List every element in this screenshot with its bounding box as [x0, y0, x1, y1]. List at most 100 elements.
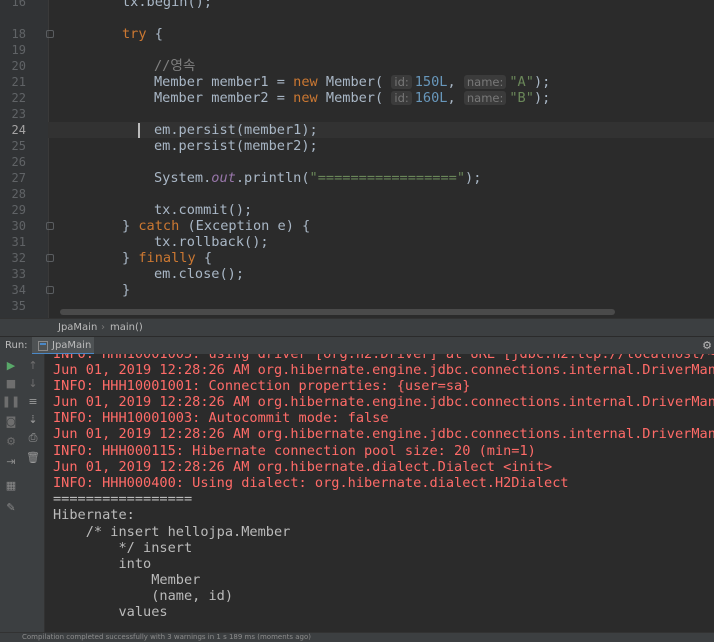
- login-icon[interactable]: ⇥: [0, 454, 22, 470]
- code-line[interactable]: } finally {: [122, 250, 212, 266]
- console-line: */ insert: [53, 540, 193, 556]
- code-line[interactable]: Member member1 = new Member( id: 150L, na…: [154, 74, 550, 90]
- fold-marker-icon[interactable]: [46, 222, 54, 230]
- code-line[interactable]: em.persist(member2);: [154, 138, 318, 154]
- code-text: Member member1 =: [154, 74, 294, 90]
- run-tab-jpamain[interactable]: JpaMain: [32, 337, 94, 355]
- text-caret: [138, 123, 140, 138]
- code-text: );: [533, 74, 551, 90]
- code-line[interactable]: Member member2 = new Member( id: 160L, na…: [154, 90, 550, 106]
- breadcrumb-class[interactable]: JpaMain: [58, 322, 97, 333]
- breadcrumb: JpaMain › main(): [0, 318, 714, 337]
- line-number: 24: [11, 123, 26, 137]
- settings-icon[interactable]: ⚙: [0, 434, 22, 450]
- print-icon[interactable]: ⎙: [22, 430, 44, 446]
- code-text: );: [533, 90, 551, 106]
- keyword: finally: [138, 250, 196, 266]
- console-line: Jun 01, 2019 12:28:26 AM org.hibernate.e…: [53, 394, 714, 410]
- rerun-icon[interactable]: ▶: [0, 358, 22, 374]
- console-line: (name, id): [53, 588, 234, 604]
- current-line-highlight: [48, 122, 714, 138]
- pin-icon[interactable]: ✎: [0, 500, 22, 516]
- console-line: values: [53, 604, 168, 620]
- arrow-down-icon[interactable]: ↓: [22, 376, 44, 392]
- code-text: Member(: [317, 90, 384, 106]
- code-line[interactable]: try {: [122, 26, 163, 42]
- parameter-hint: id:: [391, 75, 412, 89]
- console-line: /* insert hellojpa.Member: [53, 524, 291, 540]
- string-literal: "A": [509, 74, 534, 90]
- line-number: 25: [11, 139, 26, 153]
- code-text: );: [465, 170, 482, 186]
- run-label: Run:: [5, 340, 28, 351]
- console-line: INFO: HHH000115: Hibernate connection po…: [53, 443, 536, 459]
- code-line[interactable]: }: [122, 282, 130, 298]
- line-number: 26: [11, 155, 26, 169]
- console-line: Jun 01, 2019 12:28:26 AM org.hibernate.e…: [53, 362, 714, 378]
- keyword: new: [293, 74, 318, 90]
- line-number: 21: [11, 75, 26, 89]
- code-text: System.: [154, 170, 212, 186]
- line-number: 16: [11, 0, 26, 9]
- line-number: 19: [11, 43, 26, 57]
- breadcrumb-method[interactable]: main(): [110, 322, 143, 333]
- breadcrumb-separator: ›: [101, 322, 105, 333]
- console-line: INFO: HHH000400: Using dialect: org.hibe…: [53, 475, 569, 491]
- arrow-up-icon[interactable]: ↑: [22, 358, 44, 374]
- parameter-hint: id:: [391, 91, 412, 105]
- soft-wrap-icon[interactable]: ≡: [22, 394, 44, 410]
- layout-icon[interactable]: ▦: [0, 478, 22, 494]
- pause-icon[interactable]: ❚❚: [0, 394, 22, 410]
- code-text: {: [195, 250, 213, 266]
- console-line: INFO: HHH10001005: using driver [org.h2.…: [53, 354, 714, 362]
- run-panel-header: Run: JpaMain ⚙: [0, 336, 714, 355]
- run-toolbar-secondary: ↑ ↓ ≡ ⇣ ⎙ 🗑: [22, 354, 45, 632]
- parameter-hint: name:: [463, 91, 507, 105]
- code-line[interactable]: System.out.println("=================");: [154, 170, 481, 186]
- line-number: 27: [11, 171, 26, 185]
- code-text: }: [122, 218, 139, 234]
- console-line: Jun 01, 2019 12:28:26 AM org.hibernate.d…: [53, 459, 553, 475]
- line-number: 33: [11, 267, 26, 281]
- scroll-to-end-icon[interactable]: ⇣: [22, 412, 44, 428]
- gear-icon[interactable]: ⚙: [702, 339, 712, 352]
- code-line[interactable]: em.persist(member1);: [154, 122, 318, 138]
- fold-marker-icon[interactable]: [46, 30, 54, 38]
- line-number: 28: [11, 187, 26, 201]
- stop-icon[interactable]: ■: [0, 376, 22, 392]
- console-line: =================: [53, 491, 193, 507]
- camera-icon[interactable]: ◙: [0, 414, 22, 430]
- line-number: 31: [11, 235, 26, 249]
- console-output[interactable]: INFO: HHH10001005: using driver [org.h2.…: [45, 354, 714, 632]
- trash-icon[interactable]: 🗑: [22, 450, 44, 466]
- keyword: new: [293, 90, 318, 106]
- string-literal: "=================": [309, 170, 466, 186]
- code-editor[interactable]: 16 18 19 20 21 22 23 24 25 26 27 28 29 3…: [0, 0, 714, 318]
- string-literal: "B": [509, 90, 534, 106]
- code-line[interactable]: tx.begin();: [122, 0, 212, 10]
- code-comment[interactable]: //영속: [154, 58, 195, 74]
- code-text: (Exception e) {: [179, 218, 311, 234]
- code-text: }: [122, 250, 139, 266]
- fold-marker-icon[interactable]: [46, 254, 54, 262]
- console-line: into: [53, 556, 152, 572]
- parameter-hint: name:: [463, 75, 507, 89]
- fold-marker-icon[interactable]: [46, 286, 54, 294]
- code-text: .println(: [235, 170, 310, 186]
- console-line: INFO: HHH10001003: Autocommit mode: fals…: [53, 410, 389, 426]
- code-line[interactable]: tx.rollback();: [154, 234, 269, 250]
- keyword: try: [122, 26, 147, 42]
- line-number-gutter: 16 18 19 20 21 22 23 24 25 26 27 28 29 3…: [0, 0, 54, 318]
- code-line[interactable]: } catch (Exception e) {: [122, 218, 310, 234]
- horizontal-scrollbar[interactable]: [60, 309, 615, 315]
- code-text: ,: [447, 74, 464, 90]
- code-text: Member(: [317, 74, 384, 90]
- code-line[interactable]: tx.commit();: [154, 202, 252, 218]
- line-number: 23: [11, 107, 26, 121]
- run-toolbar: ▶ ■ ❚❚ ◙ ⚙ ⇥ ▦ ✎: [0, 354, 22, 632]
- code-text: ,: [447, 90, 464, 106]
- console-line: Jun 01, 2019 12:28:26 AM org.hibernate.e…: [53, 426, 714, 442]
- code-line[interactable]: em.close();: [154, 266, 244, 282]
- line-number: 35: [11, 299, 26, 313]
- console-line: Member: [53, 572, 201, 588]
